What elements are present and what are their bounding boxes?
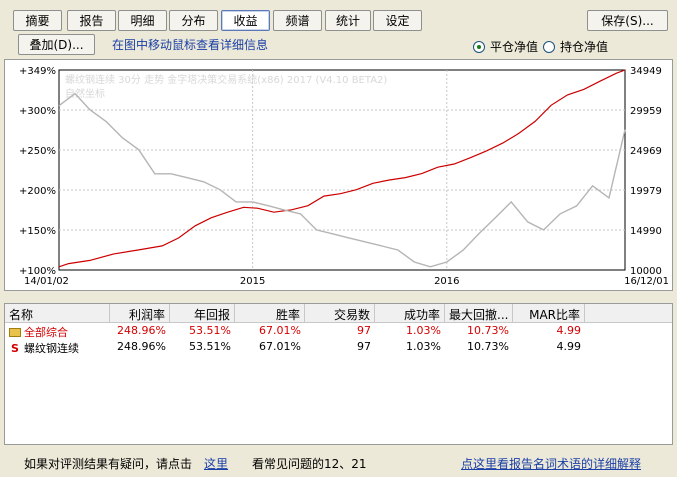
cell-max-drawdown: 10.73% [467, 340, 509, 353]
table-header: 名称 利润率 年回报 胜率 交易数 成功率 最大回撤... MAR比率 [5, 304, 672, 323]
radio-hold-equity[interactable]: 持仓净值 [543, 38, 608, 55]
folder-icon [9, 328, 21, 337]
save-button[interactable]: 保存(S)... [587, 10, 668, 31]
chart-watermark-scale: 自然坐标 [65, 87, 105, 100]
col-name[interactable]: 名称 [5, 304, 110, 322]
left-tick-label: +200% [19, 186, 56, 197]
left-tick-label: +150% [19, 226, 56, 237]
cell-annual-return: 53.51% [189, 340, 231, 353]
tab-spectrum[interactable]: 频谱 [273, 10, 322, 31]
row-name: 螺纹钢连续 [24, 342, 79, 355]
right-tick-label: 19979 [630, 186, 662, 197]
col-win-rate[interactable]: 胜率 [235, 304, 305, 322]
cell-success-rate: 1.03% [406, 324, 441, 337]
question-text: 如果对评测结果有疑问，请点击 [24, 457, 193, 471]
tab-summary[interactable]: 摘要 [13, 10, 62, 31]
cell-win-rate: 67.01% [259, 324, 301, 337]
col-success-rate[interactable]: 成功率 [375, 304, 445, 322]
col-max-drawdown[interactable]: 最大回撤... [445, 304, 513, 322]
here-link[interactable]: 这里 [204, 455, 228, 472]
tab-profit[interactable]: 收益 [221, 10, 270, 31]
row-name: 全部综合 [24, 326, 68, 339]
left-tick-label: +349% [19, 66, 56, 77]
plot-area [58, 69, 626, 271]
s-icon: S [11, 342, 19, 355]
equity-chart[interactable]: +349% 34949 +300% 29959 +250% 24969 +200% 19979… [5, 60, 672, 290]
col-annual-return[interactable]: 年回报 [170, 304, 235, 322]
table-row[interactable]: S 螺纹钢连续 248.96% 53.51% 67.01% 97 1.03% 10… [5, 339, 672, 355]
cell-mar-ratio: 4.99 [556, 340, 582, 353]
radio-flat-indicator[interactable] [473, 40, 485, 53]
equity-chart-panel[interactable]: +349% 34949 +300% 29959 +250% 24969 +200% 19979… [4, 59, 673, 291]
status-bar: 如果对评测结果有疑问，请点击 这里 看常见问题的12、21 点这里看报告名词术语… [0, 447, 677, 477]
col-mar-ratio[interactable]: MAR比率 [513, 304, 585, 322]
right-tick-label: 29959 [630, 106, 662, 117]
tab-settings[interactable]: 设定 [373, 10, 422, 31]
radio-hold-indicator[interactable] [543, 40, 555, 53]
cell-win-rate: 67.01% [259, 340, 301, 353]
radio-flat-equity[interactable]: 平仓净值 [473, 38, 538, 55]
tab-distribution[interactable]: 分布 [169, 10, 218, 31]
x-tick-label: 2016 [434, 276, 459, 287]
chart-watermark: 螺纹钢连续 30分 走势 金字塔决策交易系统(x86) 2017 (V4.10 … [65, 73, 387, 86]
overlay-button[interactable]: 叠加(D)... [18, 34, 95, 55]
right-tick-label: 14990 [630, 226, 662, 237]
cell-success-rate: 1.03% [406, 340, 441, 353]
right-tick-label: 34949 [630, 66, 662, 77]
chart-hint: 在图中移动鼠标查看详细信息 [112, 38, 269, 52]
tab-report[interactable]: 报告 [67, 10, 116, 31]
right-tick-label: 24969 [630, 146, 662, 157]
radio-hold-label: 持仓净值 [560, 40, 609, 54]
x-tick-label: 14/01/02 [24, 276, 69, 287]
cell-profit-rate: 248.96% [117, 324, 166, 337]
col-trade-count[interactable]: 交易数 [305, 304, 375, 322]
radio-flat-label: 平仓净值 [490, 40, 539, 54]
left-tick-label: +250% [19, 146, 56, 157]
col-profit-rate[interactable]: 利润率 [110, 304, 170, 322]
x-tick-label: 16/12/01 [624, 276, 669, 287]
table-row[interactable]: 全部综合 248.96% 53.51% 67.01% 97 1.03% 10.7… [5, 323, 672, 339]
cell-mar-ratio: 4.99 [556, 324, 582, 337]
glossary-link[interactable]: 点这里看报告名词术语的详细解释 [461, 455, 641, 472]
left-tick-label: +300% [19, 106, 56, 117]
tab-statistics[interactable]: 统计 [325, 10, 371, 31]
faq-text: 看常见问题的12、21 [252, 457, 367, 471]
cell-profit-rate: 248.96% [117, 340, 166, 353]
cell-trade-count: 97 [357, 324, 371, 337]
results-table: 名称 利润率 年回报 胜率 交易数 成功率 最大回撤... MAR比率 全部综合… [4, 303, 673, 445]
tab-detail[interactable]: 明细 [118, 10, 167, 31]
x-tick-label: 2015 [240, 276, 265, 287]
cell-max-drawdown: 10.73% [467, 324, 509, 337]
cell-annual-return: 53.51% [189, 324, 231, 337]
cell-trade-count: 97 [357, 340, 371, 353]
